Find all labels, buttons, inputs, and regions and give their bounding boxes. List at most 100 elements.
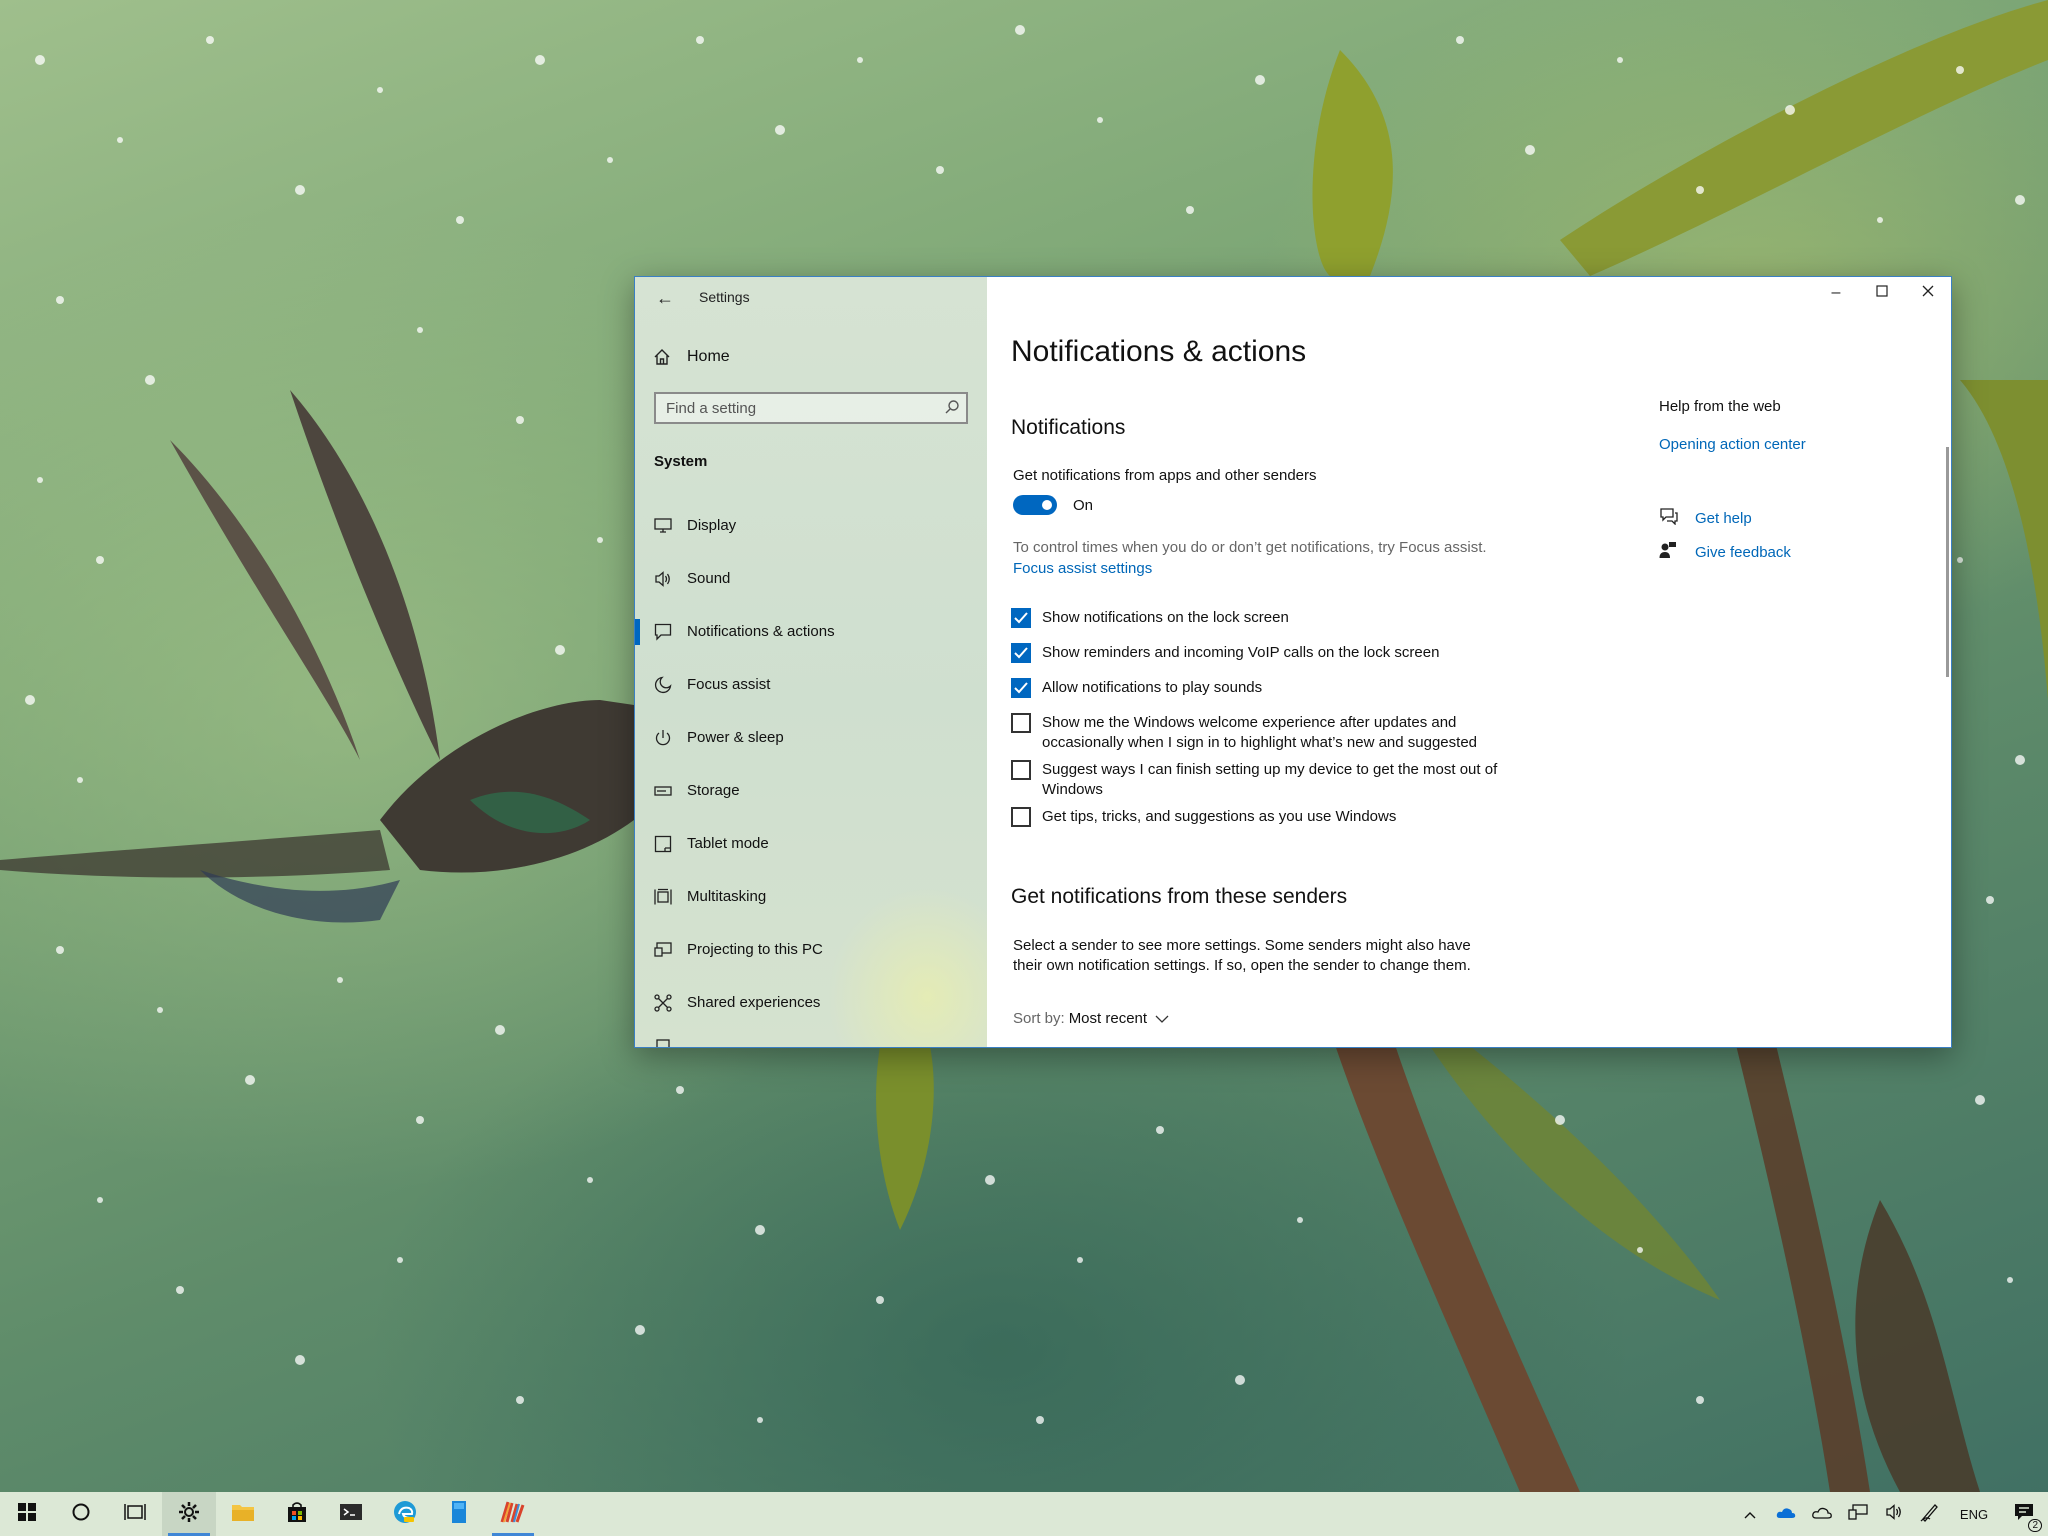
storage-icon (653, 785, 673, 797)
nav-item-label: Sound (687, 570, 731, 587)
nav-home[interactable]: Home (635, 339, 987, 375)
nav-item-label: Tablet mode (687, 835, 769, 852)
checkbox[interactable] (1011, 678, 1031, 698)
clipboard-icon (653, 1030, 673, 1047)
network-icon (1848, 1504, 1868, 1524)
speaker-icon (653, 570, 673, 587)
nav-item-partial[interactable] (635, 1029, 987, 1047)
pen-icon (1920, 1502, 1940, 1526)
onedrive-button[interactable] (1768, 1492, 1804, 1536)
moon-icon (653, 676, 673, 694)
nav-item-notifications[interactable]: Notifications & actions (635, 605, 987, 658)
checkbox[interactable] (1011, 807, 1031, 827)
close-button[interactable] (1905, 277, 1951, 309)
help-link-action-center[interactable]: Opening action center (1659, 436, 1806, 453)
task-view-button[interactable] (108, 1492, 162, 1536)
checkmark-icon (1014, 612, 1028, 624)
app-title: Settings (699, 289, 750, 305)
search-input[interactable] (656, 394, 946, 422)
close-icon (1922, 284, 1934, 302)
give-feedback-link[interactable]: Give feedback (1659, 541, 1791, 564)
chevron-up-icon (1744, 1506, 1756, 1523)
notification-icon (653, 623, 673, 641)
volume-icon (1885, 1504, 1903, 1524)
cloud-sync-button[interactable] (1804, 1492, 1840, 1536)
network-button[interactable] (1840, 1492, 1876, 1536)
settings-nav-pane: ← Settings Home System Display Sound (635, 277, 1027, 1047)
action-center-button[interactable]: 2 (2000, 1492, 2048, 1536)
notification-count-badge: 2 (2028, 1519, 2042, 1532)
checkbox-lock-screen-reminders[interactable]: Show reminders and incoming VoIP calls o… (1011, 643, 1502, 663)
home-icon (653, 348, 671, 366)
onedrive-cloud-icon (1776, 1506, 1796, 1523)
nav-item-label: Storage (687, 782, 740, 799)
taskbar: ENG 2 (0, 1492, 2048, 1536)
volume-button[interactable] (1876, 1492, 1912, 1536)
nav-item-focus-assist[interactable]: Focus assist (635, 658, 987, 711)
blue-app-icon (450, 1500, 468, 1529)
nav-list: Display Sound Notifications & actions Fo… (635, 499, 987, 1047)
nav-item-power-sleep[interactable]: Power & sleep (635, 711, 987, 764)
start-button[interactable] (0, 1492, 54, 1536)
toggle-state-label: On (1073, 497, 1094, 514)
settings-content-pane: – Notifications & actions Notifications … (987, 277, 1951, 1047)
minimize-button[interactable]: – (1813, 277, 1859, 309)
get-help-link[interactable]: Get help (1659, 507, 1752, 530)
content-scrollbar[interactable] (1946, 447, 1949, 677)
feedback-icon (1659, 541, 1677, 564)
nav-home-label: Home (687, 348, 730, 365)
windows-logo-icon (18, 1502, 36, 1526)
nav-item-label: Multitasking (687, 888, 767, 905)
cortana-circle-icon (71, 1502, 91, 1527)
get-help-label: Get help (1695, 510, 1752, 527)
power-icon (653, 729, 673, 747)
input-language-indicator[interactable]: ENG (1948, 1492, 2000, 1536)
task-view-icon (124, 1503, 146, 1526)
terminal-icon (339, 1503, 363, 1526)
checkbox-lock-screen-notifications[interactable]: Show notifications on the lock screen (1011, 608, 1502, 628)
cloud-outline-icon (1812, 1506, 1832, 1523)
checkbox-play-sounds[interactable]: Allow notifications to play sounds (1011, 678, 1502, 698)
nav-item-multitasking[interactable]: Multitasking (635, 870, 987, 923)
checkbox-tips[interactable]: Get tips, tricks, and suggestions as you… (1011, 807, 1502, 827)
nav-item-label: Display (687, 517, 737, 534)
focus-assist-settings-link[interactable]: Focus assist settings (1013, 560, 1152, 577)
nav-item-label: Power & sleep (687, 729, 784, 746)
checkbox[interactable] (1011, 643, 1031, 663)
store-bag-icon (286, 1501, 308, 1528)
checkbox[interactable] (1011, 608, 1031, 628)
share-icon (653, 993, 673, 1012)
nav-item-sound[interactable]: Sound (635, 552, 987, 605)
checkbox-welcome-experience[interactable]: Show me the Windows welcome experience a… (1011, 713, 1502, 753)
multitasking-icon (653, 888, 673, 906)
taskbar-terminal[interactable] (324, 1492, 378, 1536)
chevron-down-icon (1155, 1010, 1169, 1027)
checkbox[interactable] (1011, 713, 1031, 733)
taskbar-edge-canary[interactable] (378, 1492, 432, 1536)
nav-item-projecting[interactable]: Projecting to this PC (635, 923, 987, 976)
nav-item-storage[interactable]: Storage (635, 764, 987, 817)
nav-item-display[interactable]: Display (635, 499, 987, 552)
taskbar-store[interactable] (270, 1492, 324, 1536)
show-hidden-icons-button[interactable] (1732, 1492, 1768, 1536)
sort-dropdown[interactable]: Sort by: Most recent (1013, 1010, 1169, 1027)
pen-workspace-button[interactable] (1912, 1492, 1948, 1536)
search-button[interactable] (54, 1492, 108, 1536)
search-box[interactable] (654, 392, 968, 424)
notifications-toggle[interactable] (1013, 495, 1057, 515)
nav-item-tablet-mode[interactable]: Tablet mode (635, 817, 987, 870)
help-heading: Help from the web (1659, 398, 1781, 415)
checkbox-suggest-setup[interactable]: Suggest ways I can finish setting up my … (1011, 760, 1502, 800)
nav-item-shared-experiences[interactable]: Shared experiences (635, 976, 987, 1029)
get-notifications-label: Get notifications from apps and other se… (1013, 467, 1317, 484)
senders-heading: Get notifications from these senders (1011, 885, 1348, 908)
page-title: Notifications & actions (1011, 335, 1307, 368)
taskbar-file-explorer[interactable] (216, 1492, 270, 1536)
back-button[interactable]: ← (645, 283, 685, 313)
maximize-button[interactable] (1859, 277, 1905, 309)
taskbar-settings-app[interactable] (162, 1492, 216, 1536)
taskbar-blue-app[interactable] (432, 1492, 486, 1536)
taskbar-paint-app[interactable] (486, 1492, 540, 1536)
gear-icon (178, 1501, 200, 1528)
checkbox[interactable] (1011, 760, 1031, 780)
